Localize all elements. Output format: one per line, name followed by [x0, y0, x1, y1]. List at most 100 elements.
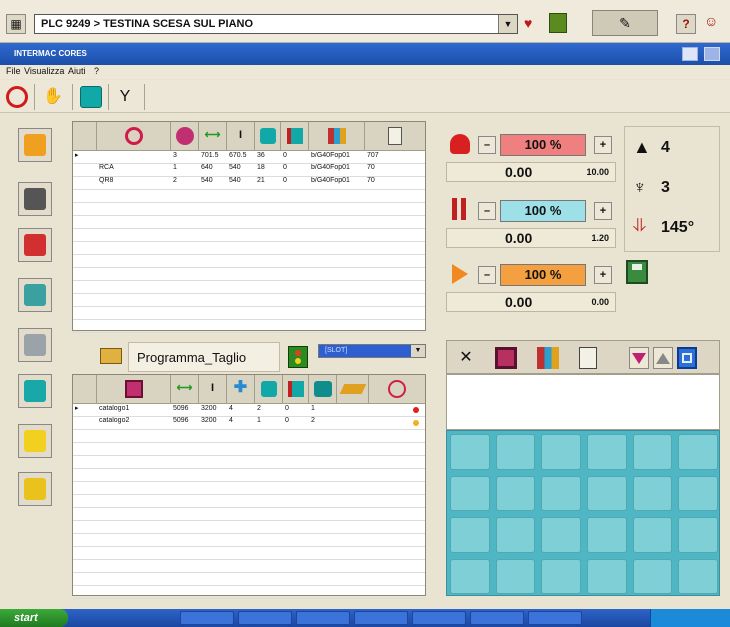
- taskbar-item[interactable]: [412, 611, 466, 625]
- table-row[interactable]: [73, 534, 425, 547]
- folder-icon[interactable]: [100, 344, 128, 368]
- measure-button[interactable]: [18, 228, 52, 262]
- yellow-gauge-button[interactable]: [18, 424, 52, 458]
- sheet-tile[interactable]: [450, 434, 490, 470]
- sheet-tile[interactable]: [632, 517, 673, 553]
- sheet-tile[interactable]: [495, 434, 536, 470]
- override-1-minus[interactable]: –: [478, 136, 496, 154]
- table-row[interactable]: [73, 242, 425, 255]
- pattern-icon[interactable]: [537, 347, 559, 369]
- override-2-plus[interactable]: +: [594, 202, 612, 220]
- yellow-marker-button[interactable]: [18, 472, 52, 506]
- sheet-tile[interactable]: [541, 558, 581, 594]
- green-square-icon[interactable]: [549, 13, 567, 33]
- table-row[interactable]: [73, 508, 425, 521]
- sheet-tile[interactable]: [632, 475, 673, 511]
- height-icon[interactable]: I: [199, 375, 227, 403]
- people-icon[interactable]: ☺: [704, 13, 724, 33]
- override-3-bar[interactable]: 100 %: [500, 264, 586, 286]
- override-1-bar[interactable]: 100 %: [500, 134, 586, 156]
- table-row[interactable]: QR8 2 540 540 21 0 b/G40Fop01 70: [73, 177, 425, 190]
- dropdown-arrow-icon[interactable]: ▼: [498, 15, 517, 33]
- program-name-field[interactable]: Programma_Taglio: [128, 342, 280, 372]
- hand-icon[interactable]: ✋: [42, 86, 64, 108]
- table-row[interactable]: [73, 443, 425, 456]
- sheet-tile[interactable]: [450, 517, 490, 553]
- sheet-tile[interactable]: [678, 475, 718, 511]
- document-icon[interactable]: [365, 122, 425, 150]
- override-2-bar[interactable]: 100 %: [500, 200, 586, 222]
- sheet-tile[interactable]: [678, 558, 718, 594]
- sheet-tile[interactable]: [678, 517, 718, 553]
- chevron-down-icon[interactable]: ▼: [411, 345, 425, 357]
- program-type-select[interactable]: [SLOT] ▼: [318, 344, 426, 358]
- split-icon[interactable]: [283, 375, 309, 403]
- override-1-plus[interactable]: +: [594, 136, 612, 154]
- knife-icon[interactable]: ✕: [455, 347, 477, 369]
- sheet-tile[interactable]: [495, 475, 536, 511]
- triangle-down-button[interactable]: [629, 347, 649, 369]
- table-row[interactable]: [73, 456, 425, 469]
- table-row[interactable]: [73, 307, 425, 320]
- menu-file[interactable]: File: [6, 66, 21, 76]
- start-button[interactable]: start: [0, 609, 68, 627]
- override-3-plus[interactable]: +: [594, 266, 612, 284]
- teal-block-icon[interactable]: [309, 375, 337, 403]
- table-row[interactable]: [73, 294, 425, 307]
- table-row[interactable]: [73, 203, 425, 216]
- menu-view[interactable]: Visualizza: [24, 66, 64, 76]
- width-icon[interactable]: ⟷: [199, 122, 227, 150]
- teal-block-icon[interactable]: [255, 375, 283, 403]
- table-row[interactable]: [73, 430, 425, 443]
- table-row[interactable]: [73, 268, 425, 281]
- cross-icon[interactable]: ✚: [227, 375, 255, 403]
- menu-help[interactable]: Aiuti: [68, 66, 86, 76]
- table-row[interactable]: [73, 482, 425, 495]
- teal-table-button[interactable]: [18, 374, 52, 408]
- teal-block-icon[interactable]: [255, 122, 281, 150]
- table-row[interactable]: RCA 1 640 540 18 0 b/G40Fop01 70: [73, 164, 425, 177]
- table-row[interactable]: [73, 573, 425, 586]
- table-row[interactable]: [73, 469, 425, 482]
- pen-icon[interactable]: ✎: [592, 10, 658, 36]
- sheet-tile[interactable]: [541, 517, 581, 553]
- table-row[interactable]: [73, 216, 425, 229]
- triangle-up-button[interactable]: [653, 347, 673, 369]
- sheet-tile[interactable]: [450, 475, 490, 511]
- clock-icon[interactable]: [369, 375, 425, 403]
- close-icon[interactable]: [704, 47, 720, 61]
- stop-icon[interactable]: [6, 86, 28, 108]
- override-3-minus[interactable]: –: [478, 266, 496, 284]
- width-icon[interactable]: ⟷: [171, 375, 199, 403]
- restore-icon[interactable]: [682, 47, 698, 61]
- sheet-tile[interactable]: [450, 558, 490, 594]
- sheet-tile[interactable]: [541, 434, 581, 470]
- window-icon[interactable]: [677, 347, 697, 369]
- help-icon[interactable]: ?: [676, 14, 696, 34]
- cad-button[interactable]: [18, 328, 52, 362]
- table-row[interactable]: [73, 586, 425, 599]
- sheet-tile[interactable]: [587, 558, 627, 594]
- table-row[interactable]: ▸ 3 701.5 670.5 36 0 b/G40Fop01 707: [73, 151, 425, 164]
- drill-button[interactable]: [18, 278, 52, 312]
- taskbar-item[interactable]: [354, 611, 408, 625]
- layout-button[interactable]: [18, 128, 52, 162]
- plank-icon[interactable]: [337, 375, 369, 403]
- table-row[interactable]: [73, 495, 425, 508]
- table-row[interactable]: catalogo2 5096 3200 4 1 0 2: [73, 417, 425, 430]
- sheet-tile[interactable]: [495, 558, 536, 594]
- taskbar-item[interactable]: [238, 611, 292, 625]
- sheet-tile[interactable]: [587, 434, 627, 470]
- table-row[interactable]: [73, 560, 425, 573]
- menu-about[interactable]: ?: [94, 66, 99, 76]
- sheet-tile[interactable]: [541, 475, 581, 511]
- sheet-tile[interactable]: [587, 517, 627, 553]
- table-row[interactable]: [73, 547, 425, 560]
- save-icon[interactable]: [626, 260, 648, 284]
- table-row[interactable]: [73, 281, 425, 294]
- sheet-tile[interactable]: [495, 517, 536, 553]
- table-row[interactable]: [73, 320, 425, 333]
- split-icon[interactable]: [281, 122, 309, 150]
- pattern-icon[interactable]: [97, 375, 171, 403]
- height-icon[interactable]: I: [227, 122, 255, 150]
